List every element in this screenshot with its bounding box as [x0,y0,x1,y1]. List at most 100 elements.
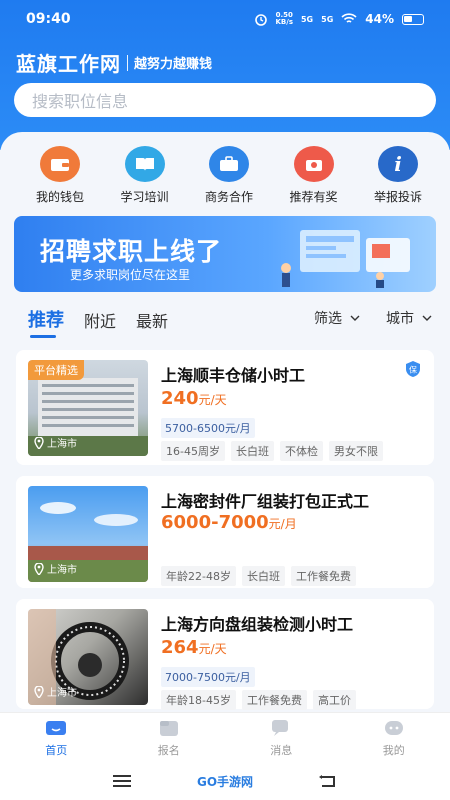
app-header: 09:40 0.50 KB/s 5G 5G 44% 蓝旗工作网 越努力越赚钱 搜索… [0,0,450,150]
chevron-down-icon [422,315,432,321]
signal-5g-1: 5G [300,14,314,24]
nav-label: 首页 [45,744,68,757]
job-salary: 240元/天 [161,388,227,409]
profile-icon [384,721,403,735]
bottom-nav: 首页 报名 消息 我的 [0,712,450,762]
search-input[interactable]: 搜索职位信息 [14,83,436,117]
job-tag: 年龄22-48岁 [161,566,236,586]
quick-referral[interactable]: 推荐有奖 [276,146,352,206]
nav-label: 我的 [382,744,405,757]
nav-home[interactable]: 首页 [21,717,91,758]
salary-unit: 元/月 [268,517,297,531]
app-title: 蓝旗工作网 [16,52,121,76]
brand: 蓝旗工作网 越努力越赚钱 [16,48,212,77]
feed-tabs: 推荐 附近 最新 [28,306,168,338]
guarantee-shield-icon: 保 [406,361,420,377]
job-tag: 长白班 [241,566,285,586]
city-label: 城市 [386,311,414,327]
gift-icon [293,146,334,182]
alarm-icon [254,14,267,26]
promo-banner[interactable]: 招聘求职上线了 更多求职岗位尽在这里 [14,216,436,292]
nav-label: 消息 [270,744,293,757]
tab-recommend[interactable]: 推荐 [28,306,64,338]
salary-value: 6000-7000 [161,512,269,533]
filter-button[interactable]: 筛选 [314,308,360,328]
job-card[interactable]: 平台精选 上海市 上海顺丰仓储小时工 240元/天 5700-6500元/月 1… [16,350,434,465]
filter-label: 筛选 [314,311,342,327]
info-icon: i [378,146,418,182]
job-title: 上海密封件厂组装打包正式工 [161,492,370,511]
job-location: 上海市 [34,561,77,576]
location-pin-icon [34,562,44,575]
salary-unit: 元/天 [198,393,227,407]
wallet-icon [40,146,80,182]
quick-label: 学习培训 [120,190,169,204]
quick-label: 推荐有奖 [289,190,338,204]
status-bar: 09:40 0.50 KB/s 5G 5G 44% [0,0,450,38]
quick-business[interactable]: 商务合作 [191,146,267,206]
quick-report[interactable]: i 举报投诉 [360,146,436,206]
app-slogan: 越努力越赚钱 [134,57,213,72]
banner-title: 招聘求职上线了 [40,237,223,266]
job-location: 上海市 [34,435,77,450]
signal-5g-2: 5G [321,14,334,24]
job-thumbnail: 平台精选 上海市 [28,360,148,456]
menu-icon[interactable] [112,774,132,788]
job-tags: 16-45周岁 长白班 不体检 男女不限 [161,441,383,461]
nav-messages[interactable]: 消息 [246,717,316,758]
nav-profile[interactable]: 我的 [359,717,429,758]
net-speed: 0.50 KB/s [275,11,293,26]
tab-latest[interactable]: 最新 [136,308,168,332]
job-tags: 年龄22-48岁 长白班 工作餐免费 [161,566,356,586]
back-icon[interactable] [318,774,338,788]
quick-label: 商务合作 [204,190,253,204]
job-tag: 工作餐免费 [241,690,307,710]
message-icon [272,720,289,736]
tab-nearby[interactable]: 附近 [84,308,116,332]
status-icons: 0.50 KB/s 5G 5G 44% [254,11,424,26]
city-filter-button[interactable]: 城市 [386,308,432,328]
job-thumbnail: 上海市 [28,486,148,582]
job-location: 上海市 [34,684,77,699]
watermark-logo: GO手游网 [196,774,254,789]
job-thumbnail: 上海市 [28,609,148,705]
quick-training[interactable]: 学习培训 [107,146,183,206]
job-card[interactable]: 上海市 上海密封件厂组装打包正式工 6000-7000元/月 年龄22-48岁 … [16,476,434,588]
quick-wallet[interactable]: 我的钱包 [22,146,98,206]
job-title: 上海顺丰仓储小时工 [161,366,306,385]
location-text: 上海市 [47,688,77,699]
salary-value: 264 [161,637,199,658]
job-tag: 高工价 [312,690,356,710]
job-title: 上海方向盘组装检测小时工 [161,615,354,634]
briefcase-icon [209,146,249,182]
job-tag: 不体检 [279,441,323,461]
job-tag: 工作餐免费 [290,566,356,586]
filters: 筛选 城市 [314,308,432,328]
job-card[interactable]: 上海市 上海方向盘组装检测小时工 264元/天 7000-7500元/月 年龄1… [16,599,434,710]
location-pin-icon [34,685,44,698]
banner-subtitle: 更多求职岗位尽在这里 [70,268,191,282]
job-tag: 年龄18-45岁 [161,690,236,710]
salary-value: 240 [161,388,199,409]
system-nav-bar: GO手游网 [0,762,450,800]
salary-unit: 元/天 [198,642,227,656]
battery-level: 44% [365,12,394,26]
chevron-down-icon [350,315,360,321]
search-placeholder: 搜索职位信息 [32,92,129,111]
job-salary: 6000-7000元/月 [161,512,297,533]
nav-signup[interactable]: 报名 [134,717,204,758]
job-salary: 264元/天 [161,637,227,658]
job-tag: 长白班 [230,441,274,461]
book-icon [124,146,165,182]
job-tags: 年龄18-45岁 工作餐免费 高工价 [161,690,356,710]
wifi-icon [341,13,357,23]
status-time: 09:40 [26,11,71,27]
banner-illustration [281,230,410,288]
job-tag: 16-45周岁 [161,441,225,461]
location-text: 上海市 [47,439,77,450]
salary-range: 7000-7500元/月 [161,667,255,687]
quick-label: 举报投诉 [373,190,422,204]
featured-badge: 平台精选 [28,360,84,380]
nav-label: 报名 [157,744,180,757]
quick-label: 我的钱包 [35,190,84,204]
